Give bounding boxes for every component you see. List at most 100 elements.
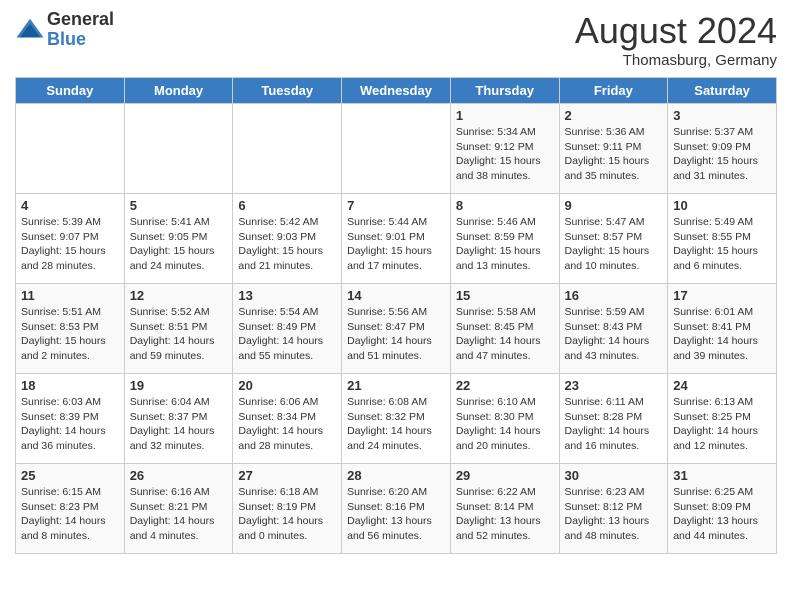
- day-cell: 13 Sunrise: 5:54 AM Sunset: 8:49 PM Dayli…: [233, 284, 342, 374]
- day-cell: 9Sunrise: 5:47 AM Sunset: 8:57 PM Daylig…: [559, 194, 668, 284]
- day-number: 8: [456, 198, 554, 213]
- week-row-2: 4Sunrise: 5:39 AM Sunset: 9:07 PM Daylig…: [16, 194, 777, 284]
- day-number: 22: [456, 378, 554, 393]
- day-info: Sunrise: 5:41 AM Sunset: 9:05 PM Dayligh…: [130, 215, 228, 274]
- day-info: Sunrise: 5:46 AM Sunset: 8:59 PM Dayligh…: [456, 215, 554, 274]
- logo: General Blue: [15, 10, 114, 50]
- day-info: Sunrise: 6:06 AM Sunset: 8:34 PM Dayligh…: [238, 395, 336, 454]
- day-info: Sunrise: 6:25 AM Sunset: 8:09 PM Dayligh…: [673, 485, 771, 544]
- day-number: 15: [456, 288, 554, 303]
- day-header-tuesday: Tuesday: [233, 78, 342, 104]
- day-info: Sunrise: 6:01 AM Sunset: 8:41 PM Dayligh…: [673, 305, 771, 364]
- day-info: Sunrise: 6:11 AM Sunset: 8:28 PM Dayligh…: [565, 395, 663, 454]
- day-cell: 31 Sunrise: 6:25 AM Sunset: 8:09 PM Dayli…: [668, 464, 777, 554]
- day-info: Sunrise: 5:36 AM Sunset: 9:11 PM Dayligh…: [565, 125, 663, 184]
- day-cell: 5 Sunrise: 5:41 AM Sunset: 9:05 PM Daylig…: [124, 194, 233, 284]
- day-number: 11: [21, 288, 119, 303]
- day-number: 9: [565, 198, 663, 213]
- day-header-monday: Monday: [124, 78, 233, 104]
- page-header: General Blue August 2024 Thomasburg, Ger…: [15, 10, 777, 69]
- day-number: 23: [565, 378, 663, 393]
- day-number: 1: [456, 108, 554, 123]
- day-cell: 28 Sunrise: 6:20 AM Sunset: 8:16 PM Dayli…: [342, 464, 451, 554]
- day-number: 19: [130, 378, 228, 393]
- day-header-saturday: Saturday: [668, 78, 777, 104]
- day-info: Sunrise: 6:13 AM Sunset: 8:25 PM Dayligh…: [673, 395, 771, 454]
- day-info: Sunrise: 6:08 AM Sunset: 8:32 PM Dayligh…: [347, 395, 445, 454]
- day-number: 12: [130, 288, 228, 303]
- day-cell: 25Sunrise: 6:15 AM Sunset: 8:23 PM Dayli…: [16, 464, 125, 554]
- day-info: Sunrise: 5:49 AM Sunset: 8:55 PM Dayligh…: [673, 215, 771, 274]
- day-cell: 3 Sunrise: 5:37 AM Sunset: 9:09 PM Daylig…: [668, 104, 777, 194]
- day-cell: 20 Sunrise: 6:06 AM Sunset: 8:34 PM Dayli…: [233, 374, 342, 464]
- logo-blue-text: Blue: [47, 30, 114, 50]
- day-number: 6: [238, 198, 336, 213]
- day-cell: 30 Sunrise: 6:23 AM Sunset: 8:12 PM Dayli…: [559, 464, 668, 554]
- day-info: Sunrise: 6:10 AM Sunset: 8:30 PM Dayligh…: [456, 395, 554, 454]
- day-cell: [124, 104, 233, 194]
- day-info: Sunrise: 6:16 AM Sunset: 8:21 PM Dayligh…: [130, 485, 228, 544]
- day-info: Sunrise: 5:34 AM Sunset: 9:12 PM Dayligh…: [456, 125, 554, 184]
- day-cell: 15 Sunrise: 5:58 AM Sunset: 8:45 PM Dayli…: [450, 284, 559, 374]
- week-row-1: 1 Sunrise: 5:34 AM Sunset: 9:12 PM Daylig…: [16, 104, 777, 194]
- day-cell: 4Sunrise: 5:39 AM Sunset: 9:07 PM Daylig…: [16, 194, 125, 284]
- day-info: Sunrise: 5:51 AM Sunset: 8:53 PM Dayligh…: [21, 305, 119, 364]
- day-info: Sunrise: 5:37 AM Sunset: 9:09 PM Dayligh…: [673, 125, 771, 184]
- day-number: 28: [347, 468, 445, 483]
- day-cell: 11 Sunrise: 5:51 AM Sunset: 8:53 PM Dayli…: [16, 284, 125, 374]
- day-cell: 10Sunrise: 5:49 AM Sunset: 8:55 PM Dayli…: [668, 194, 777, 284]
- day-number: 14: [347, 288, 445, 303]
- day-header-thursday: Thursday: [450, 78, 559, 104]
- day-number: 16: [565, 288, 663, 303]
- day-info: Sunrise: 6:23 AM Sunset: 8:12 PM Dayligh…: [565, 485, 663, 544]
- day-info: Sunrise: 5:39 AM Sunset: 9:07 PM Dayligh…: [21, 215, 119, 274]
- day-cell: 7 Sunrise: 5:44 AM Sunset: 9:01 PM Daylig…: [342, 194, 451, 284]
- day-number: 5: [130, 198, 228, 213]
- day-number: 13: [238, 288, 336, 303]
- day-cell: 24Sunrise: 6:13 AM Sunset: 8:25 PM Dayli…: [668, 374, 777, 464]
- logo-icon: [15, 15, 45, 45]
- day-info: Sunrise: 6:20 AM Sunset: 8:16 PM Dayligh…: [347, 485, 445, 544]
- day-number: 21: [347, 378, 445, 393]
- day-info: Sunrise: 5:44 AM Sunset: 9:01 PM Dayligh…: [347, 215, 445, 274]
- month-title: August 2024: [575, 10, 777, 52]
- day-number: 26: [130, 468, 228, 483]
- day-cell: 17 Sunrise: 6:01 AM Sunset: 8:41 PM Dayli…: [668, 284, 777, 374]
- day-info: Sunrise: 6:15 AM Sunset: 8:23 PM Dayligh…: [21, 485, 119, 544]
- day-info: Sunrise: 5:54 AM Sunset: 8:49 PM Dayligh…: [238, 305, 336, 364]
- week-row-4: 18 Sunrise: 6:03 AM Sunset: 8:39 PM Dayli…: [16, 374, 777, 464]
- logo-general-text: General: [47, 10, 114, 30]
- day-cell: [233, 104, 342, 194]
- day-cell: 19 Sunrise: 6:04 AM Sunset: 8:37 PM Dayli…: [124, 374, 233, 464]
- day-cell: 16 Sunrise: 5:59 AM Sunset: 8:43 PM Dayli…: [559, 284, 668, 374]
- title-block: August 2024 Thomasburg, Germany: [575, 10, 777, 69]
- day-number: 29: [456, 468, 554, 483]
- day-number: 18: [21, 378, 119, 393]
- day-header-wednesday: Wednesday: [342, 78, 451, 104]
- day-cell: 29Sunrise: 6:22 AM Sunset: 8:14 PM Dayli…: [450, 464, 559, 554]
- week-row-5: 25Sunrise: 6:15 AM Sunset: 8:23 PM Dayli…: [16, 464, 777, 554]
- calendar-table: SundayMondayTuesdayWednesdayThursdayFrid…: [15, 77, 777, 554]
- day-number: 30: [565, 468, 663, 483]
- day-info: Sunrise: 6:18 AM Sunset: 8:19 PM Dayligh…: [238, 485, 336, 544]
- day-number: 7: [347, 198, 445, 213]
- day-cell: 12 Sunrise: 5:52 AM Sunset: 8:51 PM Dayli…: [124, 284, 233, 374]
- day-cell: 18 Sunrise: 6:03 AM Sunset: 8:39 PM Dayli…: [16, 374, 125, 464]
- day-cell: 14 Sunrise: 5:56 AM Sunset: 8:47 PM Dayli…: [342, 284, 451, 374]
- day-number: 27: [238, 468, 336, 483]
- day-header-sunday: Sunday: [16, 78, 125, 104]
- day-cell: [342, 104, 451, 194]
- day-number: 31: [673, 468, 771, 483]
- day-number: 3: [673, 108, 771, 123]
- day-info: Sunrise: 6:04 AM Sunset: 8:37 PM Dayligh…: [130, 395, 228, 454]
- day-info: Sunrise: 5:56 AM Sunset: 8:47 PM Dayligh…: [347, 305, 445, 364]
- day-number: 17: [673, 288, 771, 303]
- day-cell: 23 Sunrise: 6:11 AM Sunset: 8:28 PM Dayli…: [559, 374, 668, 464]
- day-header-friday: Friday: [559, 78, 668, 104]
- day-info: Sunrise: 5:59 AM Sunset: 8:43 PM Dayligh…: [565, 305, 663, 364]
- day-info: Sunrise: 5:52 AM Sunset: 8:51 PM Dayligh…: [130, 305, 228, 364]
- day-number: 20: [238, 378, 336, 393]
- day-info: Sunrise: 6:03 AM Sunset: 8:39 PM Dayligh…: [21, 395, 119, 454]
- logo-text: General Blue: [47, 10, 114, 50]
- day-info: Sunrise: 5:58 AM Sunset: 8:45 PM Dayligh…: [456, 305, 554, 364]
